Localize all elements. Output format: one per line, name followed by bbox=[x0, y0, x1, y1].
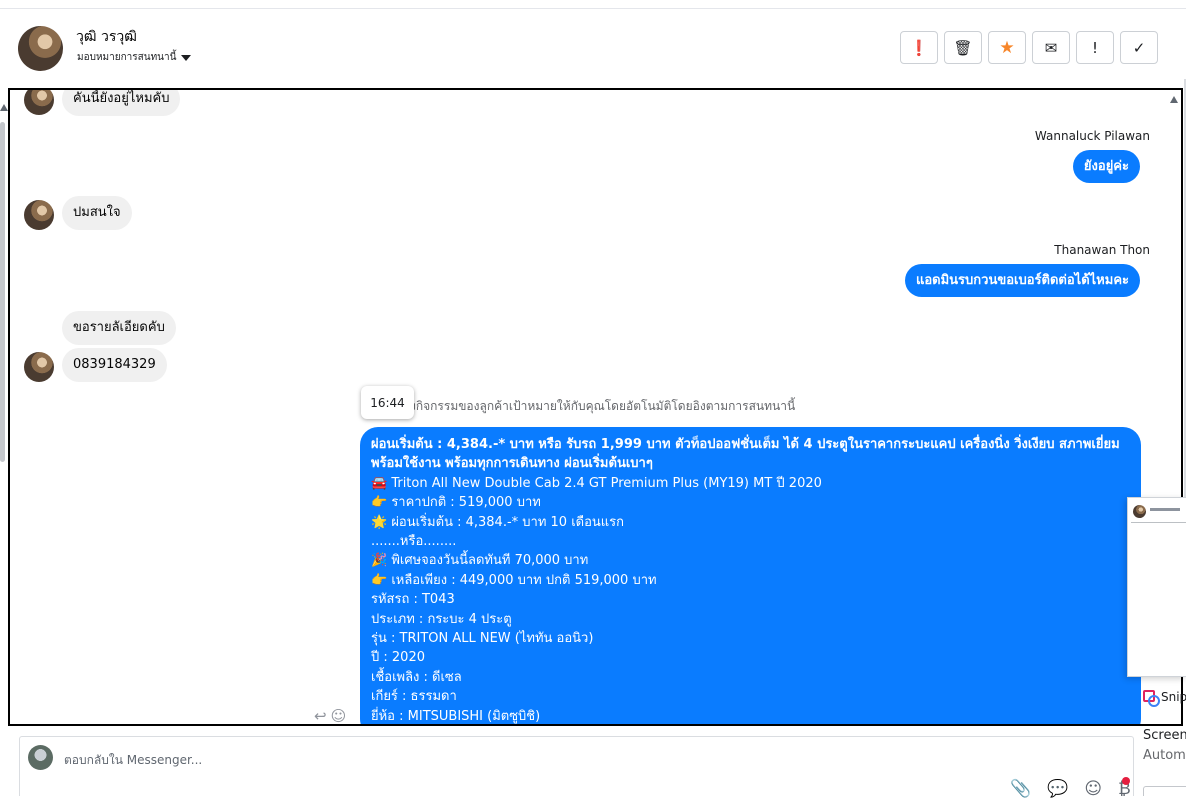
outgoing-message[interactable]: แอดมินรบกวนขอเบอร์ติดต่อได้ไหมคะ bbox=[904, 264, 1140, 297]
assign-conversation-dropdown[interactable]: มอบหมายการสนทนานี้ bbox=[77, 50, 192, 65]
done-button[interactable]: ✓ bbox=[1120, 31, 1158, 64]
contact-avatar[interactable] bbox=[18, 26, 63, 71]
snip-app-label: Snip bbox=[1143, 690, 1186, 707]
listing-line: ยี่ห้อ : MITSUBISHI (มิตซูบิชิ) bbox=[371, 708, 541, 724]
saved-replies-icon[interactable]: 💬 bbox=[1047, 779, 1068, 799]
outgoing-message[interactable]: ยังอยู่ค่ะ bbox=[1072, 150, 1140, 183]
message-thread[interactable]: คันนี้ยังอยู่ไหมคับ Wannaluck Pilawan ยั… bbox=[8, 88, 1183, 726]
incoming-message[interactable]: ขอรายลัเอียดคับ bbox=[62, 311, 176, 345]
thumbnail-line bbox=[1150, 508, 1180, 511]
outgoing-listing-message[interactable]: ผ่อนเริ่มต้น : 4,384.-* บาท หรือ รับรถ 1… bbox=[360, 427, 1141, 724]
listing-line: 👉 ราคาปกติ : 519,000 บาท bbox=[371, 495, 541, 511]
left-scrollbar[interactable] bbox=[0, 96, 6, 716]
thread-scroll-up-icon[interactable] bbox=[1170, 96, 1178, 103]
message-actions: ↩ ☺ bbox=[314, 707, 347, 724]
listing-line: เกียร์ : ธรรมดา bbox=[371, 689, 457, 705]
listing-line: 👉 เหลือเพียง : 449,000 บาท ปกติ 519,000 … bbox=[371, 572, 657, 588]
caret-down-icon bbox=[181, 54, 192, 61]
sender-name: Thanawan Thon bbox=[1054, 243, 1150, 257]
star-icon: ★ bbox=[999, 37, 1015, 58]
snip-preview-thumbnail[interactable] bbox=[1127, 497, 1186, 677]
attach-icon[interactable]: 📎 bbox=[1010, 779, 1031, 799]
star-button[interactable]: ★ bbox=[988, 31, 1026, 64]
important-button[interactable]: ! bbox=[1076, 31, 1114, 64]
header-actions: ❗ 🗑 ★ ✉ ! ✓ bbox=[900, 31, 1158, 64]
snip-action-box[interactable] bbox=[1143, 786, 1186, 796]
reply-composer[interactable]: ตอบกลับใน Messenger... 📎 💬 ☺ ₿ bbox=[19, 736, 1134, 799]
listing-line: รหัสรถ : T043 bbox=[371, 592, 455, 608]
trash-icon: 🗑 bbox=[953, 38, 973, 57]
left-scroll-up-icon[interactable] bbox=[0, 104, 8, 111]
incoming-message[interactable]: ปมสนใจ bbox=[62, 196, 132, 230]
notification-dot bbox=[1122, 777, 1130, 785]
listing-line: ประเภท : กระบะ 4 ประตู bbox=[371, 611, 512, 627]
thumbnail-row bbox=[1131, 522, 1186, 528]
listing-line: 🎉 พิเศษจองวันนี้ลดทันที 70,000 บาท bbox=[371, 553, 589, 569]
listing-line: 🌟 ผ่อนเริ่มต้น : 4,384.-* บาท 10 เดือนแร… bbox=[371, 514, 625, 530]
snipping-tool-icon bbox=[1143, 690, 1160, 707]
listing-line: รุ่น : TRITON ALL NEW (ไททัน ออนิว) bbox=[371, 631, 594, 647]
spam-button[interactable]: ❗ bbox=[900, 31, 938, 64]
listing-line: เชื้อเพลิง : ดีเซล bbox=[371, 669, 462, 685]
thumbnail-avatar bbox=[1133, 505, 1146, 518]
incoming-message[interactable]: คันนี้ยังอยู่ไหมคับ bbox=[62, 90, 181, 116]
contact-avatar-small bbox=[24, 200, 54, 230]
left-scrollbar-thumb[interactable] bbox=[0, 122, 5, 462]
contact-name[interactable]: วุฒิ วรวุฒิ bbox=[76, 26, 137, 48]
mark-unread-button[interactable]: ✉ bbox=[1032, 31, 1070, 64]
exclamation-icon: ! bbox=[1091, 38, 1098, 57]
listing-line: ปี : 2020 bbox=[371, 650, 425, 666]
delete-button[interactable]: 🗑 bbox=[944, 31, 982, 64]
top-divider bbox=[0, 0, 1186, 9]
system-note: งกิจกรรมของลูกค้าเป้าหมายให้กับคุณโดยอัต… bbox=[410, 399, 796, 413]
timestamp-tooltip: 16:44 bbox=[361, 386, 414, 419]
sender-name: Wannaluck Pilawan bbox=[1034, 129, 1150, 143]
composer-tools: 📎 💬 ☺ ₿ bbox=[1010, 779, 1131, 799]
page-avatar bbox=[28, 745, 53, 770]
alert-circle-icon: ❗ bbox=[909, 38, 929, 57]
listing-line: 🚘 Triton All New Double Cab 2.4 GT Premi… bbox=[371, 475, 822, 491]
listing-line: .......หรือ........ bbox=[371, 534, 457, 550]
listing-line: ผ่อนเริ่มต้น : 4,384.-* บาท หรือ รับรถ 1… bbox=[371, 437, 1120, 472]
emoji-icon[interactable]: ☺ bbox=[1084, 779, 1102, 799]
reply-input[interactable]: ตอบกลับใน Messenger... bbox=[64, 751, 202, 770]
contact-avatar-small bbox=[24, 352, 54, 382]
reply-icon[interactable]: ↩ bbox=[314, 707, 327, 724]
snip-app-name: Snip bbox=[1161, 690, 1186, 704]
conversation-header: วุฒิ วรวุฒิ มอบหมายการสนทนานี้ ❗ 🗑 ★ ✉ !… bbox=[0, 9, 1160, 89]
envelope-icon: ✉ bbox=[1044, 38, 1058, 57]
check-icon: ✓ bbox=[1132, 38, 1146, 57]
snip-notification-title: Screens bbox=[1143, 728, 1186, 743]
incoming-message[interactable]: 0839184329 bbox=[62, 348, 167, 382]
assign-label: มอบหมายการสนทนานี้ bbox=[77, 52, 177, 63]
react-icon[interactable]: ☺ bbox=[331, 707, 347, 724]
snip-notification-subtitle: Autom bbox=[1143, 748, 1186, 763]
contact-avatar-small bbox=[24, 90, 54, 115]
